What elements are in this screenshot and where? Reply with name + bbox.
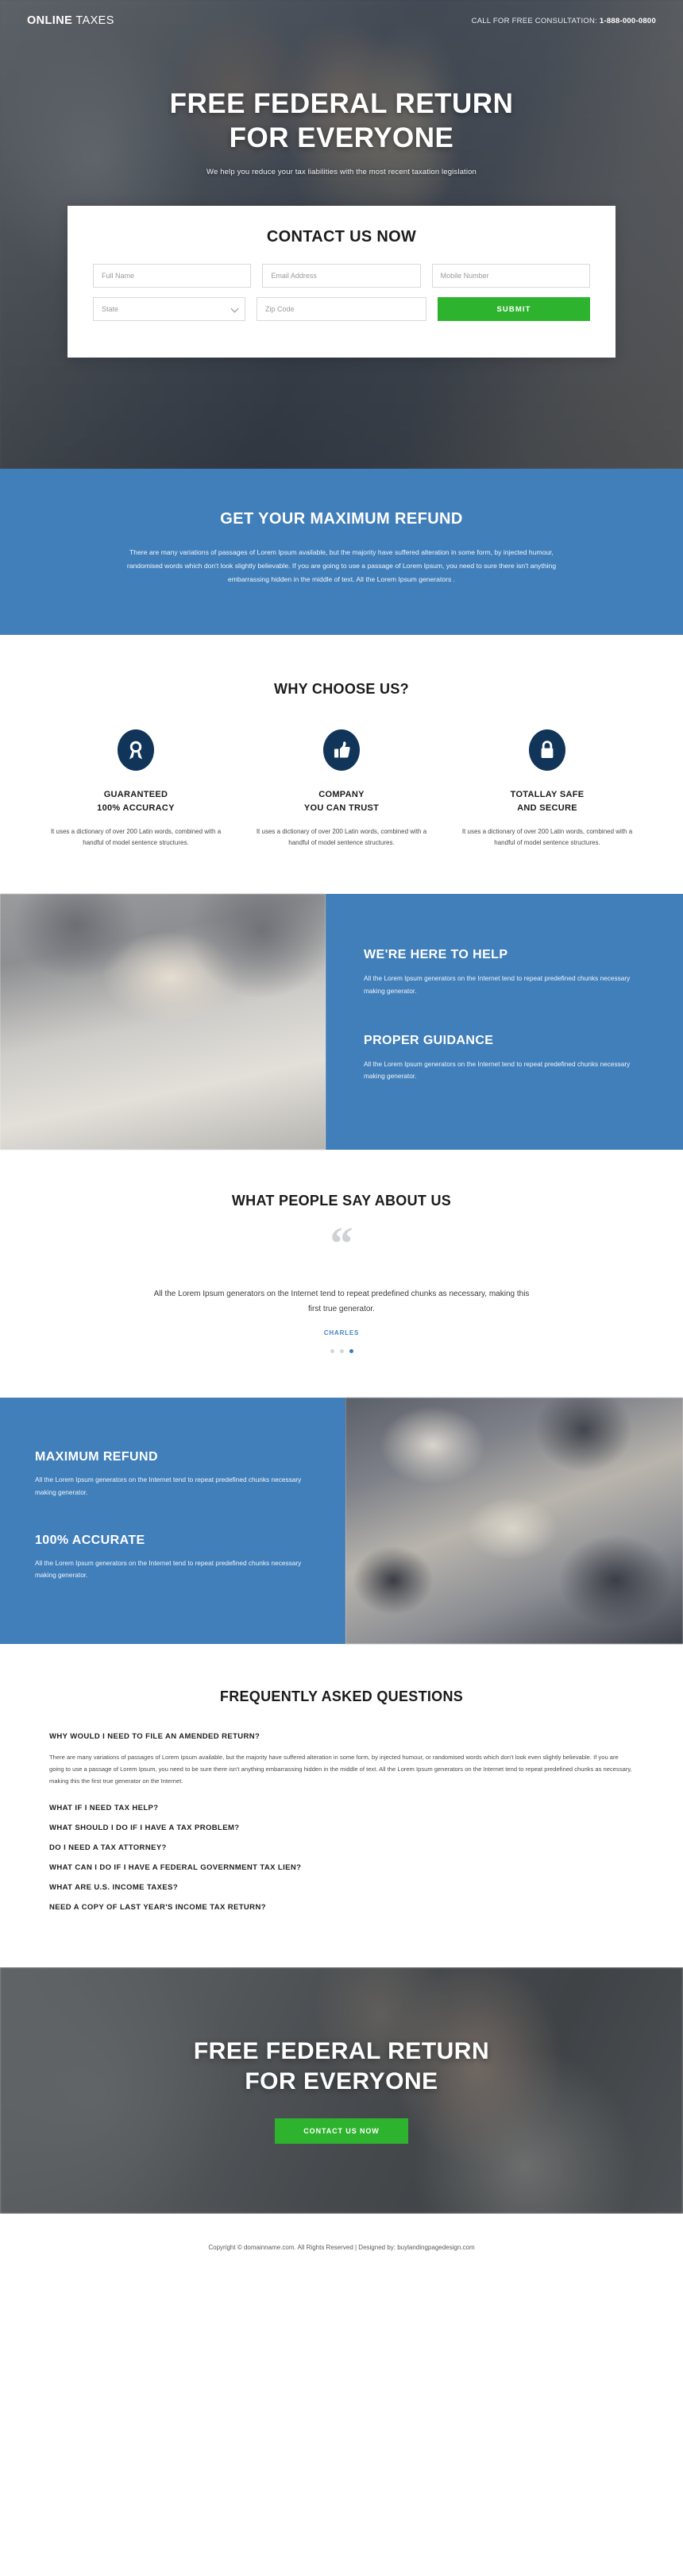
call-label: CALL FOR FREE CONSULTATION:	[471, 16, 600, 25]
logo-light-text: TAXES	[72, 14, 114, 27]
hero-headline-line2: FOR EVERYONE	[229, 122, 454, 153]
testimonial-body: All the Lorem Ipsum generators on the In…	[153, 1290, 530, 1313]
hero-content: FREE FEDERAL RETURN FOR EVERYONE We help…	[0, 41, 683, 176]
faq-title: FREQUENTLY ASKED QUESTIONS	[219, 1688, 464, 1705]
feature-body-secure: It uses a dictionary of over 200 Latin w…	[461, 827, 633, 847]
help-block1-body: All the Lorem Ipsum generators on the In…	[364, 974, 631, 995]
why-choose-us-grid: GUARANTEED 100% ACCURACY It uses a dicti…	[0, 729, 683, 850]
cta-headline-line1: FREE FEDERAL RETURN	[193, 2038, 490, 2065]
refund-block1-title: MAXIMUM REFUND	[35, 1450, 158, 1464]
quote-icon: “	[330, 1217, 353, 1270]
feature-body-accuracy: It uses a dictionary of over 200 Latin w…	[50, 827, 222, 847]
form-row-2: SUBMIT	[93, 297, 590, 322]
faq-question-4[interactable]: WHAT CAN I DO IF I HAVE A FEDERAL GOVERN…	[49, 1863, 634, 1872]
page-footer: Copyright © domainname.com. All Rights R…	[0, 2213, 683, 2276]
faq-question-1[interactable]: WHAT IF I NEED TAX HELP?	[49, 1804, 634, 1812]
feature-title-trust: COMPANY YOU CAN TRUST	[257, 788, 427, 815]
help-block2-body: All the Lorem Ipsum generators on the In…	[364, 1059, 631, 1081]
maximum-refund-band: GET YOUR MAXIMUM REFUND There are many v…	[0, 469, 683, 635]
hero-section: ONLINE TAXES CALL FOR FREE CONSULTATION:…	[0, 0, 683, 469]
feature-card-accuracy: GUARANTEED 100% ACCURACY It uses a dicti…	[51, 729, 222, 850]
email-address-input[interactable]	[262, 264, 421, 288]
site-logo[interactable]: ONLINE TAXES	[27, 14, 114, 27]
submit-button[interactable]: SUBMIT	[438, 297, 590, 322]
faq-question-5[interactable]: WHAT ARE U.S. INCOME TAXES?	[49, 1883, 634, 1892]
feature-title-line2: YOU CAN TRUST	[303, 803, 380, 813]
full-name-input[interactable]	[93, 264, 252, 288]
help-block2-title: PROPER GUIDANCE	[364, 1033, 494, 1047]
form-row-1	[93, 264, 590, 288]
testimonial-section: WHAT PEOPLE SAY ABOUT US “ All the Lorem…	[0, 1150, 683, 1398]
award-badge-icon	[118, 729, 154, 771]
contact-form-card: CONTACT US NOW SUBMIT	[68, 206, 615, 358]
faq-question-3[interactable]: DO I NEED A TAX ATTORNEY?	[49, 1843, 634, 1852]
mobile-number-input[interactable]	[431, 264, 590, 288]
consultation-phone[interactable]: CALL FOR FREE CONSULTATION: 1-888-000-08…	[472, 17, 656, 25]
state-select[interactable]	[93, 297, 245, 322]
why-choose-us-section: WHY CHOOSE US? GUARANTEED 100% ACCURACY …	[0, 634, 683, 895]
feature-body-trust: It uses a dictionary of over 200 Latin w…	[256, 827, 427, 847]
feature-title-line2: 100% ACCURACY	[97, 803, 175, 813]
feature-title-line2: AND SECURE	[517, 803, 577, 813]
feature-title-accuracy: GUARANTEED 100% ACCURACY	[51, 788, 222, 815]
faq-question-open[interactable]: WHY WOULD I NEED TO FILE AN AMENDED RETU…	[49, 1732, 634, 1741]
refund-band-title: GET YOUR MAXIMUM REFUND	[220, 510, 463, 528]
feature-title-line1: GUARANTEED	[103, 789, 168, 799]
carousel-dot[interactable]	[339, 1349, 344, 1354]
testimonial-author: CHARLES	[323, 1329, 360, 1337]
contact-form-title: CONTACT US NOW	[266, 228, 417, 246]
top-bar: ONLINE TAXES CALL FOR FREE CONSULTATION:…	[0, 0, 683, 41]
testimonial-title: WHAT PEOPLE SAY ABOUT US	[231, 1193, 452, 1209]
help-split-section: WE'RE HERE TO HELP All the Lorem Ipsum g…	[0, 894, 683, 1151]
bottom-cta-section: FREE FEDERAL RETURN FOR EVERYONE CONTACT…	[0, 1967, 683, 2214]
hero-subheadline: We help you reduce your tax liabilities …	[206, 168, 477, 177]
feature-title-line1: TOTALLAY SAFE	[510, 789, 585, 799]
refund-section-photo	[345, 1398, 683, 1645]
landing-page: ONLINE TAXES CALL FOR FREE CONSULTATION:…	[0, 0, 683, 2276]
refund-block2-body: All the Lorem Ipsum generators on the In…	[35, 1558, 302, 1580]
cta-headline-line2: FOR EVERYONE	[245, 2067, 438, 2094]
cta-content: FREE FEDERAL RETURN FOR EVERYONE CONTACT…	[194, 2036, 489, 2144]
help-section-text: WE'RE HERE TO HELP All the Lorem Ipsum g…	[326, 894, 683, 1151]
refund-block2-title: 100% ACCURATE	[35, 1533, 145, 1547]
thumbs-up-icon	[323, 729, 360, 771]
lock-icon	[529, 729, 565, 771]
faq-question-6[interactable]: NEED A COPY OF LAST YEAR'S INCOME TAX RE…	[49, 1903, 634, 1912]
feature-title-secure: TOTALLAY SAFE AND SECURE	[462, 788, 633, 815]
carousel-dots	[0, 1349, 683, 1354]
logo-bold-text: ONLINE	[27, 14, 73, 27]
carousel-dot-active[interactable]	[349, 1349, 353, 1354]
copyright-text: Copyright © domainname.com. All Rights R…	[208, 2243, 475, 2251]
faq-question-2[interactable]: WHAT SHOULD I DO IF I HAVE A TAX PROBLEM…	[49, 1824, 634, 1832]
help-section-photo	[0, 894, 326, 1151]
faq-section: FREQUENTLY ASKED QUESTIONS WHY WOULD I N…	[0, 1644, 683, 1967]
help-block2: PROPER GUIDANCE All the Lorem Ipsum gene…	[364, 1034, 642, 1083]
hero-headline-line1: FREE FEDERAL RETURN	[169, 88, 514, 119]
feature-card-secure: TOTALLAY SAFE AND SECURE It uses a dicti…	[462, 729, 633, 850]
refund-split-section: MAXIMUM REFUND All the Lorem Ipsum gener…	[0, 1398, 683, 1645]
refund-block2: 100% ACCURATE All the Lorem Ipsum genera…	[35, 1534, 309, 1582]
hero-headline: FREE FEDERAL RETURN FOR EVERYONE	[0, 87, 683, 155]
feature-title-line1: COMPANY	[318, 789, 365, 799]
zip-code-input[interactable]	[257, 297, 426, 322]
contact-us-now-button[interactable]: CONTACT US NOW	[275, 2118, 408, 2144]
why-choose-us-title: WHY CHOOSE US?	[274, 680, 409, 697]
feature-card-trust: COMPANY YOU CAN TRUST It uses a dictiona…	[257, 729, 427, 850]
cta-headline: FREE FEDERAL RETURN FOR EVERYONE	[194, 2036, 489, 2095]
refund-band-body: There are many variations of passages of…	[126, 548, 557, 584]
state-select-wrapper	[93, 297, 245, 322]
refund-block1-body: All the Lorem Ipsum generators on the In…	[35, 1476, 302, 1496]
refund-split-text: MAXIMUM REFUND All the Lorem Ipsum gener…	[0, 1398, 345, 1645]
carousel-dot[interactable]	[330, 1349, 334, 1354]
phone-number: 1-888-000-0800	[599, 16, 656, 25]
help-block1-title: WE'RE HERE TO HELP	[364, 948, 508, 962]
faq-answer-open: There are many variations of passages of…	[49, 1754, 632, 1785]
